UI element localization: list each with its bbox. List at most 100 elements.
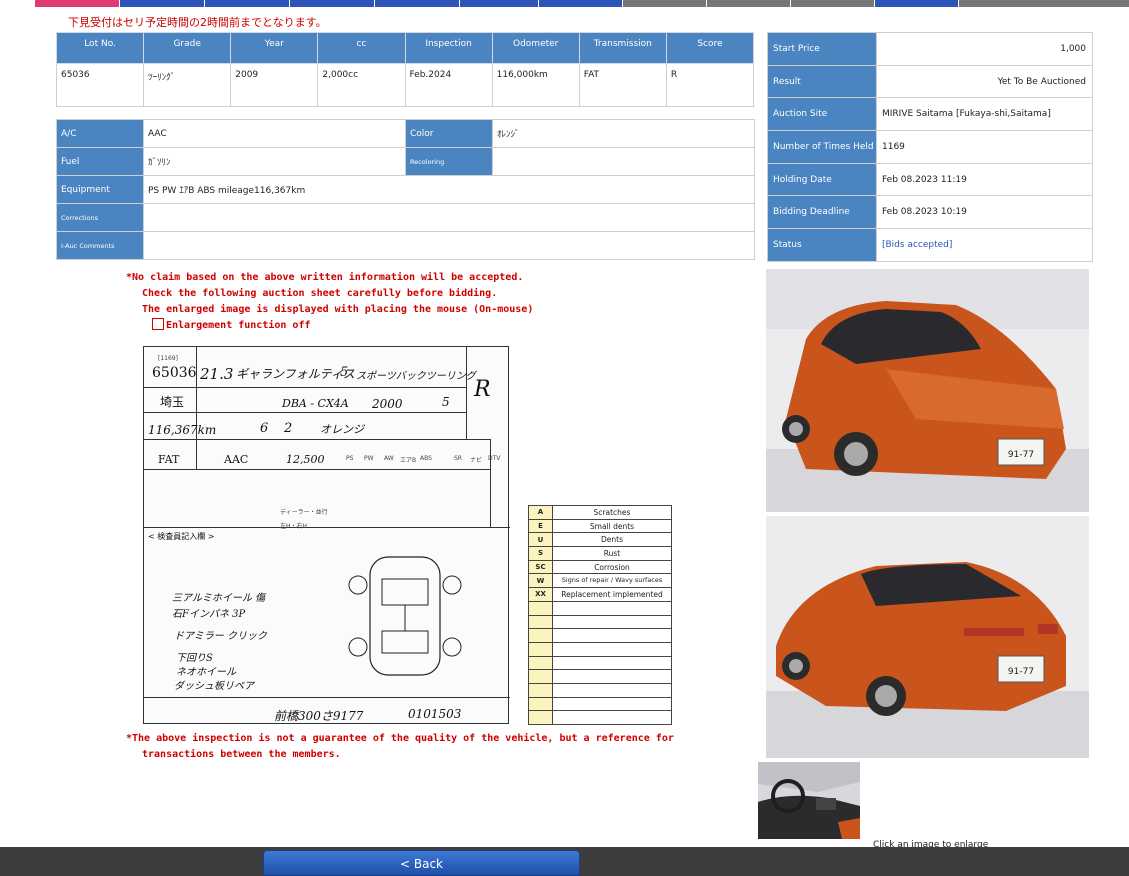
- ac-label: A/C: [56, 119, 144, 148]
- legend-empty-desc: [552, 628, 672, 643]
- back-button[interactable]: < Back: [263, 850, 580, 876]
- legend-code: A: [528, 505, 553, 520]
- disclaimer-line-2: Check the following auction sheet carefu…: [142, 288, 498, 299]
- sheet-aircon: AAC: [224, 453, 249, 466]
- sheet-handle: 左H・右H: [280, 523, 308, 530]
- legend-empty-code: [528, 655, 553, 671]
- car-photo-rear[interactable]: 91-77: [766, 516, 1089, 758]
- sheet-rule: [144, 527, 510, 528]
- sheet-rule: [466, 347, 467, 439]
- nav-tab-2[interactable]: [120, 0, 204, 7]
- lot-no-value: 65036: [55, 63, 145, 107]
- fuel-value: ｶﾞｿﾘﾝ: [143, 147, 406, 176]
- legend-empty-code: [528, 696, 553, 712]
- legend-empty-code: [528, 600, 553, 616]
- sheet-note: ダッシュ板リペア: [174, 681, 254, 692]
- legend-empty-desc: [552, 696, 672, 712]
- guarantee-disclaimer-2: transactions between the members.: [142, 749, 341, 760]
- times-held-label: Number of Times Held: [767, 130, 877, 164]
- legend-code: U: [528, 532, 553, 548]
- legend-empty-desc: [552, 655, 672, 671]
- nav-tab-9[interactable]: [707, 0, 790, 7]
- start-price-label: Start Price: [767, 32, 877, 66]
- sheet-notes-heading: < 検査員記入欄 >: [148, 532, 215, 541]
- legend-empty-code: [528, 710, 553, 725]
- sheet-recycle: 12,500: [286, 453, 325, 466]
- holding-date-value: Feb 08.2023 11:19: [876, 162, 1093, 197]
- sheet-month: 6: [260, 421, 269, 436]
- col-transmission: Transmission: [578, 32, 667, 64]
- inspection-value: Feb.2024: [404, 63, 493, 107]
- bidding-deadline-value: Feb 08.2023 10:19: [876, 195, 1093, 230]
- corrections-label: Corrections: [56, 203, 144, 232]
- comments-value: [143, 231, 755, 260]
- nav-tab-11[interactable]: [875, 0, 958, 7]
- legend-desc: Signs of repair / Wavy surfaces: [552, 573, 672, 589]
- col-lot-no: Lot No.: [55, 32, 145, 64]
- car-damage-diagram: [348, 556, 462, 676]
- legend-desc: Corrosion: [552, 559, 672, 575]
- fuel-label: Fuel: [56, 147, 144, 176]
- guarantee-disclaimer-1: *The above inspection is not a guarantee…: [126, 733, 674, 744]
- sheet-held: [1169]: [158, 355, 178, 362]
- legend-empty-code: [528, 669, 553, 684]
- legend-desc: Small dents: [552, 518, 672, 534]
- sheet-option-airbag: エアB: [400, 457, 417, 464]
- legend-empty-desc: [552, 669, 672, 684]
- sheet-option-navi: ナビ: [470, 457, 483, 464]
- legend-empty-code: [528, 641, 553, 657]
- sheet-shift: FAT: [158, 453, 180, 466]
- legend-empty-desc: [552, 710, 672, 725]
- sheet-chassis: DBA - CX4A: [282, 397, 349, 410]
- recoloring-value: [492, 147, 755, 176]
- col-inspection: Inspection: [404, 32, 493, 64]
- comments-label: I-Auc Comments: [56, 231, 144, 260]
- auction-info-table: Start Price 1,000 Result Yet To Be Aucti…: [767, 32, 1093, 262]
- sheet-seats: 5: [442, 395, 450, 409]
- cc-value: 2,000cc: [317, 63, 406, 107]
- sheet-dealer: ディーラー・並行: [280, 509, 328, 516]
- color-label: Color: [405, 119, 493, 148]
- sheet-option-dtv: DTV: [488, 455, 501, 462]
- sheet-note: 下回りS: [176, 653, 213, 664]
- sheet-option-sr: SR: [454, 455, 462, 462]
- status-value: [Bids accepted]: [876, 228, 1093, 262]
- sheet-lot: 65036: [152, 365, 197, 381]
- color-value: ｵﾚﾝｼﾞ: [492, 119, 755, 148]
- legend-desc: Rust: [552, 546, 672, 561]
- grade-value: ﾂｰﾘﾝｸﾞ: [143, 63, 232, 107]
- rear-plate-text: 91-77: [1008, 667, 1034, 677]
- car-photo-interior-thumb[interactable]: [758, 762, 860, 839]
- nav-tab-8[interactable]: [623, 0, 706, 7]
- auction-site-value: MIRIVE Saitama [Fukaya-shi,Saitama]: [876, 97, 1093, 132]
- sheet-option-abs: ABS: [420, 455, 432, 462]
- nav-tab-3[interactable]: [205, 0, 289, 7]
- car-photo-front[interactable]: 91-77: [766, 269, 1089, 512]
- auction-sheet-image[interactable]: [1169] 65036 21.3 ギャランフォルティス 5 スポーツバックツー…: [143, 346, 510, 724]
- enlargement-label[interactable]: Enlargement function off: [166, 320, 311, 331]
- top-nav: [0, 0, 1129, 7]
- legend-empty-desc: [552, 614, 672, 630]
- disclaimer-line-3: The enlarged image is displayed with pla…: [142, 304, 534, 315]
- front-plate-text: 91-77: [1008, 450, 1034, 460]
- transmission-value: FAT: [578, 63, 667, 107]
- legend-empty-code: [528, 682, 553, 698]
- nav-tab-6[interactable]: [460, 0, 538, 7]
- sheet-model: ギャランフォルティス: [236, 367, 355, 381]
- auction-site-label: Auction Site: [767, 97, 877, 132]
- legend-empty-desc: [552, 641, 672, 657]
- nav-tab-10[interactable]: [791, 0, 874, 7]
- sheet-note: 三アルミホイール 傷: [172, 593, 266, 604]
- corrections-value: [143, 203, 755, 232]
- nav-tab-1[interactable]: [35, 0, 119, 7]
- nav-tab-7[interactable]: [539, 0, 622, 7]
- enlargement-checkbox[interactable]: [152, 318, 164, 330]
- bids-accepted-link[interactable]: [Bids accepted]: [882, 240, 952, 250]
- legend-code: SC: [528, 559, 553, 575]
- nav-tab-5[interactable]: [375, 0, 459, 7]
- sheet-rule: [144, 412, 466, 413]
- nav-tab-4[interactable]: [290, 0, 374, 7]
- bidding-deadline-label: Bidding Deadline: [767, 195, 877, 230]
- nav-tab-12[interactable]: [959, 0, 1129, 7]
- recoloring-label: Recoloring: [405, 147, 493, 176]
